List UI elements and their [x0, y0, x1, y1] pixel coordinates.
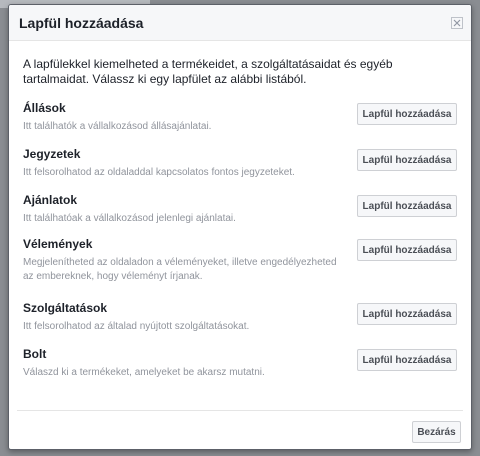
close-icon[interactable] — [451, 16, 463, 29]
tab-row-services: Szolgáltatások Itt felsorolhatod az álta… — [23, 301, 457, 347]
dialog-footer: Bezárás — [17, 410, 463, 449]
close-button[interactable]: Bezárás — [412, 421, 461, 443]
tab-row-notes: Jegyzetek Itt felsorolhatod az oldaladda… — [23, 147, 457, 193]
tab-description: Itt felsorolhatod az általad nyújtott sz… — [23, 321, 250, 332]
tab-description: Itt felsorolhatod az oldaladdal kapcsola… — [23, 167, 295, 178]
tab-row-jobs: Állások Itt találhatók a vállalkozásod á… — [23, 101, 457, 147]
add-tab-button-notes[interactable]: Lapfül hozzáadása — [357, 149, 457, 171]
tab-description: Itt találhatók a vállalkozásod állásaján… — [23, 121, 212, 132]
tab-row-shop: Bolt Válaszd ki a termékeket, amelyeket … — [23, 347, 457, 393]
add-tab-dialog: Lapfül hozzáadása A lapfülekkel kiemelhe… — [8, 4, 472, 450]
tab-description: Válaszd ki a termékeket, amelyeket be ak… — [23, 367, 265, 378]
dialog-header: Lapfül hozzáadása — [9, 5, 471, 41]
dialog-body: A lapfülekkel kiemelheted a termékeidet,… — [9, 41, 471, 397]
dialog-intro: A lapfülekkel kiemelheted a termékeidet,… — [23, 57, 393, 86]
add-tab-button-shop[interactable]: Lapfül hozzáadása — [357, 349, 457, 371]
add-tab-button-reviews[interactable]: Lapfül hozzáadása — [357, 239, 457, 261]
tab-description: Megjelenítheted az oldaladon a véleménye… — [23, 257, 337, 282]
tab-description: Itt találhatóak a vállalkozásod jelenleg… — [23, 213, 236, 224]
tab-row-reviews: Vélemények Megjelenítheted az oldaladon … — [23, 237, 457, 301]
add-tab-button-services[interactable]: Lapfül hozzáadása — [357, 303, 457, 325]
tab-row-offers: Ajánlatok Itt találhatóak a vállalkozáso… — [23, 193, 457, 237]
add-tab-button-jobs[interactable]: Lapfül hozzáadása — [357, 103, 457, 125]
add-tab-button-offers[interactable]: Lapfül hozzáadása — [357, 195, 457, 217]
dialog-title: Lapfül hozzáadása — [19, 15, 144, 31]
